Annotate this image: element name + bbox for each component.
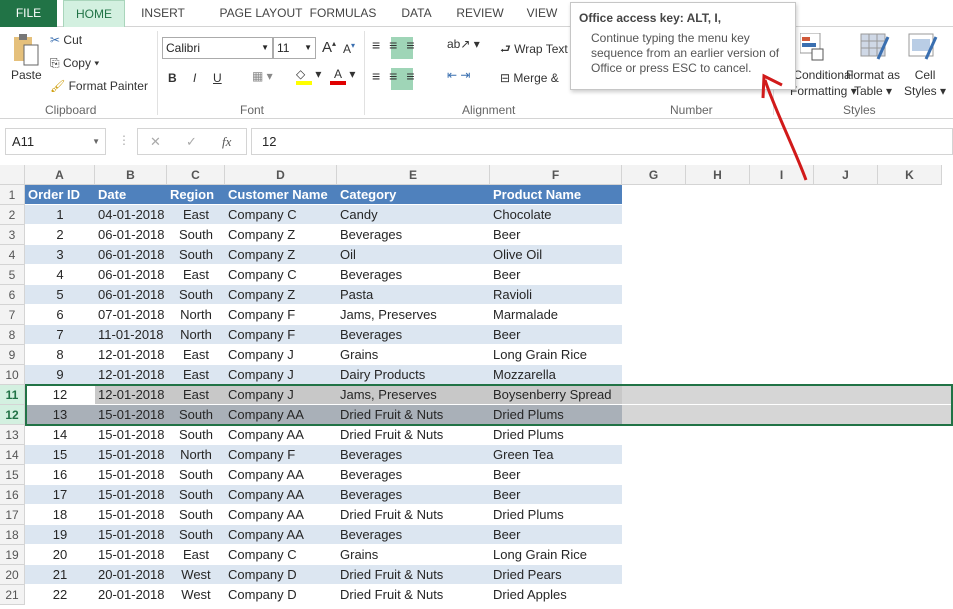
red-arrow-annotation	[761, 73, 808, 181]
arrow-shaft	[763, 79, 808, 181]
arrow-head	[761, 73, 783, 99]
